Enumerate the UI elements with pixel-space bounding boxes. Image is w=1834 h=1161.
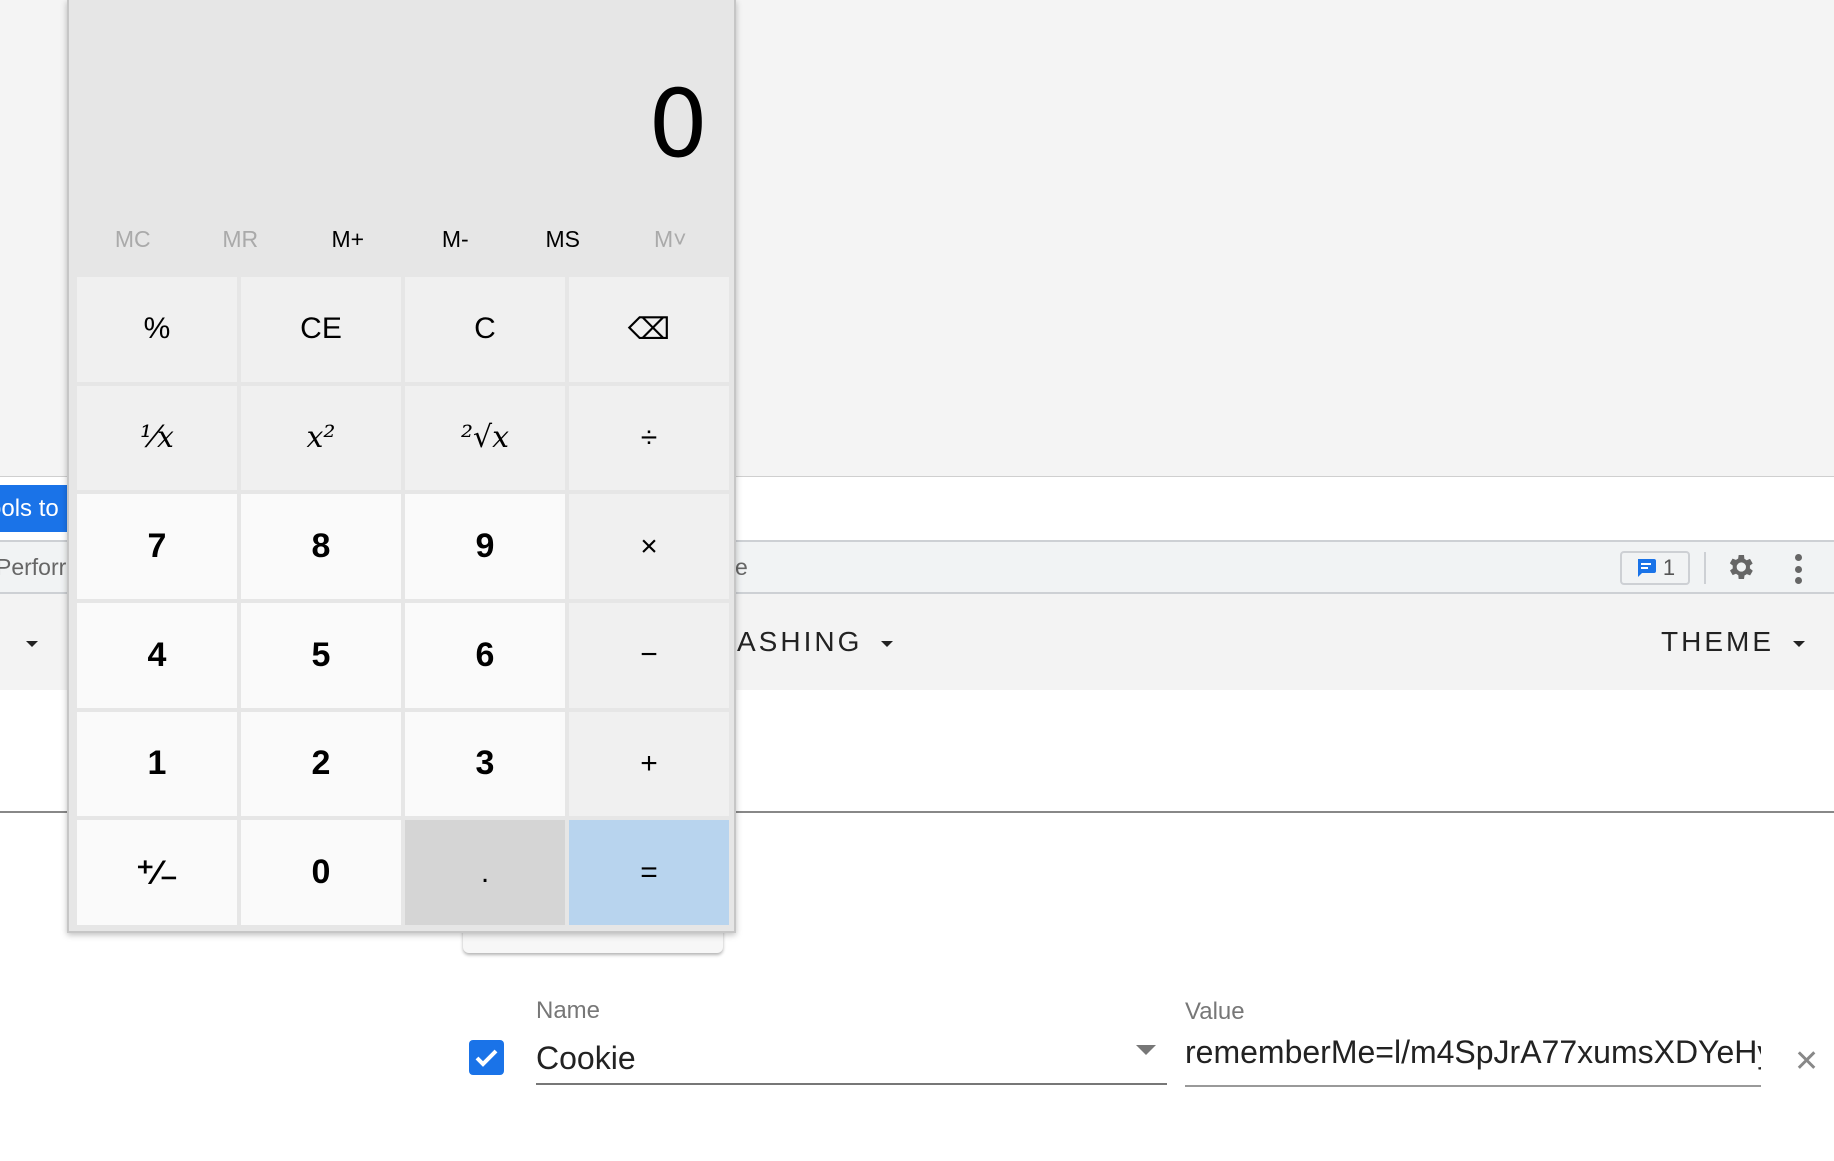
calc-key[interactable]: = [569,820,729,925]
value-text: rememberMe=l/m4SpJrA77xumsXDYeHy [1185,1034,1761,1070]
memory-row: MC MR M+ M- MS M˅ [69,226,734,253]
memory-button[interactable]: MR [190,226,290,253]
calc-key[interactable]: 3 [405,711,565,817]
calc-key[interactable]: × [569,494,729,599]
calc-key[interactable]: 9 [405,494,565,599]
dropdown-arrow-icon[interactable] [1136,1045,1156,1055]
calc-key[interactable]: C [405,277,565,382]
calc-key[interactable]: 8 [241,494,401,599]
caret-down-icon[interactable] [881,641,893,647]
memory-button[interactable]: M- [405,226,505,253]
calc-key[interactable]: ¹⁄x [77,385,237,491]
calc-key[interactable]: ⌫ [569,277,729,382]
gear-icon[interactable] [1724,551,1756,583]
value-field[interactable]: rememberMe=l/m4SpJrA77xumsXDYeHy [1185,1034,1761,1087]
calc-key[interactable]: 7 [77,494,237,599]
memory-button[interactable]: MS [513,226,613,253]
calc-key[interactable]: 1 [77,711,237,817]
value-label: Value [1185,998,1245,1025]
comment-icon [1637,559,1656,577]
checkmark-icon [475,1049,498,1067]
performance-tab[interactable]: Perforr [0,554,67,581]
issues-badge[interactable]: 1 [1620,551,1690,585]
caret-down-icon[interactable] [26,641,38,647]
calc-key[interactable]: 2 [241,711,401,817]
dashing-menu[interactable]: ASHING [737,626,862,658]
calc-key[interactable]: − [569,602,729,708]
calc-key[interactable]: ²√x [405,385,565,491]
calc-key[interactable]: 6 [405,602,565,708]
calc-key[interactable]: + [569,711,729,817]
caret-down-icon[interactable] [1793,641,1805,647]
theme-menu[interactable]: THEME [1661,626,1774,658]
more-options-icon[interactable] [1788,552,1808,586]
calc-key[interactable]: % [77,277,237,382]
keypad: % CE C ⌫ ¹⁄x x² ²√x ÷ 7 8 9 × 4 5 6− 1 2 3 + ⁺⁄₋ 0. = [77,277,729,925]
calc-key[interactable]: 4 [77,602,237,708]
memory-button[interactable]: M+ [298,226,398,253]
calc-key[interactable]: ÷ [569,385,729,491]
name-value: Cookie [536,1040,636,1076]
name-label: Name [536,997,601,1024]
close-icon[interactable]: ✕ [1794,1044,1819,1079]
calc-key[interactable]: 0 [241,820,401,925]
calc-key[interactable]: 5 [241,602,401,708]
devtools-button[interactable]: ools to [0,485,67,532]
calculator-window: 0 MC MR M+ M- MS M˅ % CE C ⌫ ¹⁄x x² ²√x ÷ 7 8 9 × 4 5 6− 1 2 3… [67,0,736,933]
divider [1704,552,1706,584]
calc-key[interactable]: x² [241,385,401,491]
issues-count: 1 [1662,555,1676,580]
name-field[interactable]: Cookie [536,1040,1167,1085]
memory-button[interactable]: M˅ [620,226,720,253]
memory-button[interactable]: MC [83,226,183,253]
calculator-display: 0 [648,70,708,179]
toolbar-text: e [735,554,748,580]
calc-key[interactable]: ⁺⁄₋ [77,820,237,925]
header-enabled-checkbox[interactable] [469,1040,504,1075]
calc-key[interactable]: . [405,820,565,925]
calc-key[interactable]: CE [241,277,401,382]
